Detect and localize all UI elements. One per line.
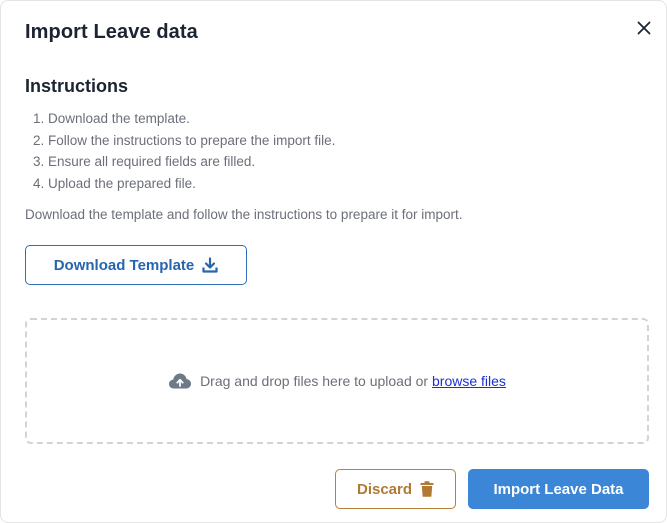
- cloud-upload-icon: [169, 373, 192, 389]
- import-leave-data-button[interactable]: Import Leave Data: [468, 469, 649, 509]
- instruction-step: 4. Upload the prepared file.: [33, 175, 196, 191]
- discard-button[interactable]: Discard: [335, 469, 456, 509]
- close-button[interactable]: [633, 17, 655, 39]
- instructions-heading: Instructions: [25, 76, 129, 96]
- trash-icon: [420, 481, 434, 497]
- import-label: Import Leave Data: [493, 480, 624, 498]
- discard-label: Discard: [356, 480, 413, 498]
- instruction-step: 3. Ensure all required fields are filled…: [33, 154, 256, 169]
- instruction-list: 1. Download the template. 2. Follow the …: [33, 108, 335, 194]
- download-template-label: Download Template: [53, 256, 195, 274]
- dropzone-instruction: Drag and drop files here to upload or: [200, 373, 429, 389]
- file-dropzone[interactable]: Drag and drop files here to upload or br…: [25, 318, 649, 444]
- import-leave-dialog: Import Leave data Instructions 1. Downlo…: [0, 0, 667, 523]
- close-icon: [637, 21, 651, 35]
- help-text: Download the template and follow the ins…: [25, 207, 463, 222]
- dialog-title: Import Leave data: [25, 21, 198, 43]
- download-icon: [202, 257, 218, 273]
- browse-files-link[interactable]: browse files: [432, 373, 506, 389]
- instruction-step: 1. Download the template.: [33, 111, 190, 126]
- download-template-button[interactable]: Download Template: [25, 245, 247, 285]
- dropzone-text: Drag and drop files here to upload or br…: [200, 373, 506, 389]
- instruction-step: 2. Follow the instructions to prepare th…: [33, 132, 336, 148]
